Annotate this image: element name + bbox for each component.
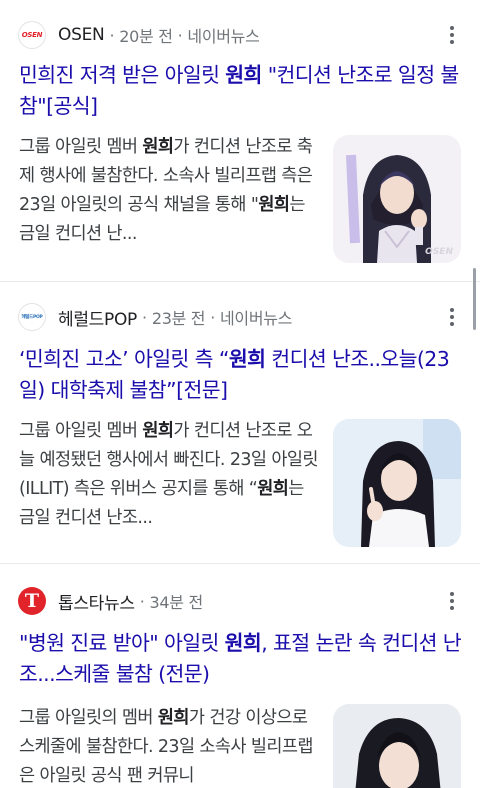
source-row: 헤럴드POP 헤럴드POP · 23분 전 · 네이버뉴스	[18, 302, 468, 332]
snippet-highlight: 원희	[142, 421, 174, 441]
article-thumbnail[interactable]	[333, 704, 461, 788]
snippet: 그룹 아일릿의 멤버 원희가 건강 이상으로 스케줄에 불참한다. 23일 소속…	[19, 708, 313, 786]
headline-highlight: 원희	[224, 631, 262, 655]
more-options-icon[interactable]	[440, 588, 464, 614]
osen-logo-icon: OSEN	[18, 21, 46, 49]
published-time: 20분 전	[119, 27, 173, 46]
more-options-icon[interactable]	[440, 304, 464, 330]
source-logo-text: 헤럴드POP	[21, 315, 43, 320]
topstarnews-logo-icon: T	[18, 587, 46, 615]
headline-highlight: 원희	[228, 347, 266, 371]
separator: ·	[109, 25, 115, 45]
snippet: 그룹 아일릿 멤버 원희가 컨디션 난조로 오늘 예정됐던 행사에서 빠진다. …	[19, 421, 318, 528]
snippet-highlight: 원희	[157, 708, 190, 728]
separator: ·	[210, 307, 215, 327]
platform-name: 네이버뉴스	[220, 309, 293, 328]
article-thumbnail[interactable]	[333, 419, 461, 547]
article-thumbnail[interactable]: OSEN	[333, 135, 461, 263]
source-row: OSEN OSEN · 20분 전 · 네이버뉴스	[18, 20, 468, 50]
source-name: 헤럴드POP	[58, 309, 138, 330]
headline-link[interactable]: 민희진 저격 받은 아일릿 원희 "컨디션 난조로 일정 불참"[공식]	[19, 60, 462, 122]
source-logo-text: OSEN	[21, 31, 43, 39]
snippet-highlight: 원희	[142, 137, 174, 157]
separator: ·	[139, 591, 145, 611]
snippet-highlight: 원희	[257, 479, 289, 499]
headline-link[interactable]: ‘민희진 고소’ 아일릿 측 “원희 컨디션 난조..오늘(23일) 대학축제 …	[19, 344, 462, 406]
source-row: T 톱스타뉴스 · 34분 전	[18, 586, 468, 616]
headline-link[interactable]: "병원 진료 받아" 아일릿 원희, 표절 논란 속 컨디션 난조...스케줄 …	[19, 628, 462, 690]
headline-highlight: 원희	[225, 63, 262, 87]
scrollbar[interactable]	[473, 268, 476, 330]
article-photo-icon	[333, 135, 461, 263]
more-options-icon[interactable]	[440, 22, 464, 48]
snippet: 그룹 아일릿 멤버 원희가 컨디션 난조로 축제 행사에 불참한다. 소속사 빌…	[19, 137, 313, 244]
headline-text: 민희진 저격 받은 아일릿	[19, 63, 226, 87]
source-logo-text: T	[24, 590, 40, 612]
article-photo-icon	[333, 419, 461, 547]
news-result-card[interactable]: 헤럴드POP 헤럴드POP · 23분 전 · 네이버뉴스 ‘민희진 고소’ 아…	[0, 282, 480, 564]
heraldpop-logo-icon: 헤럴드POP	[18, 303, 46, 331]
separator: ·	[142, 307, 147, 327]
platform-name: 네이버뉴스	[187, 27, 260, 46]
snippet-highlight: 원희	[258, 195, 290, 215]
headline-text: "병원 진료 받아" 아일릿	[19, 631, 225, 655]
separator: ·	[177, 25, 183, 45]
source-name: 톱스타뉴스	[58, 593, 135, 614]
published-time: 34분 전	[149, 593, 204, 612]
source-name: OSEN	[58, 25, 105, 45]
article-photo-icon	[333, 704, 461, 788]
published-time: 23분 전	[151, 309, 206, 328]
news-result-card[interactable]: OSEN OSEN · 20분 전 · 네이버뉴스 민희진 저격 받은 아일릿 …	[0, 0, 480, 282]
news-result-card[interactable]: T 톱스타뉴스 · 34분 전 "병원 진료 받아" 아일릿 원희, 표절 논란…	[0, 564, 480, 788]
headline-text: ‘민희진 고소’ 아일릿 측 “	[19, 347, 229, 371]
thumbnail-watermark: OSEN	[425, 247, 453, 257]
